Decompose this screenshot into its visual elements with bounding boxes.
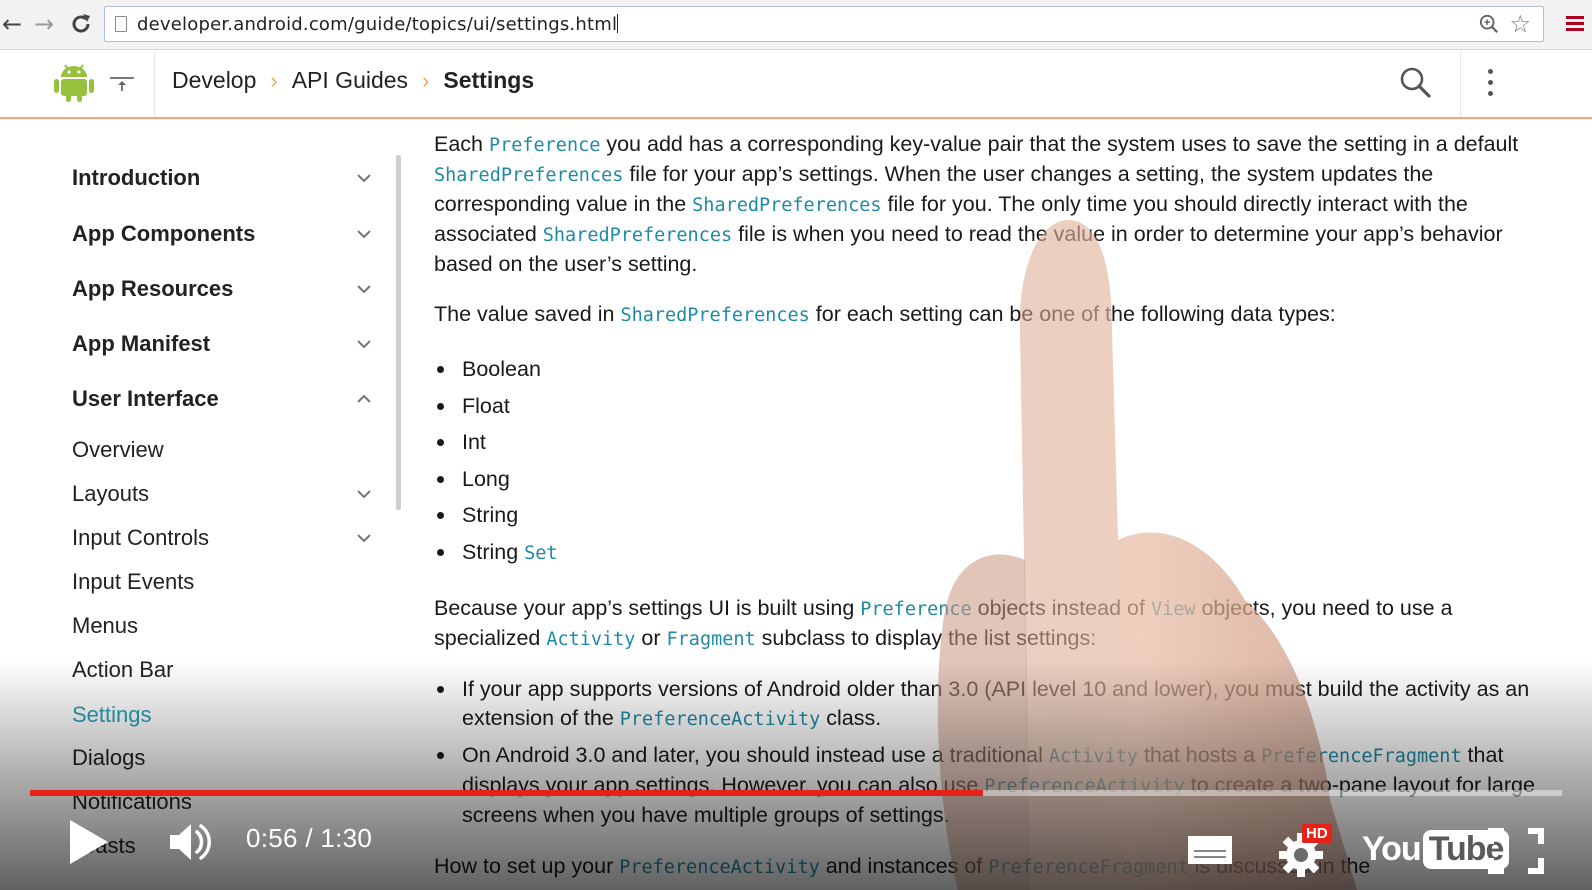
bookmark-star-icon[interactable]: ☆ — [1509, 10, 1531, 39]
sidebar-item-layouts[interactable]: Layouts — [72, 476, 382, 512]
sidebar-item-label: Input Controls — [72, 525, 209, 550]
chevron-down-icon[interactable] — [346, 271, 382, 307]
breadcrumb: Develop › API Guides › Settings — [172, 67, 534, 94]
list-item: Long — [434, 461, 1544, 498]
collapse-nav-icon[interactable] — [108, 69, 136, 97]
volume-icon[interactable] — [166, 818, 214, 866]
code-activity[interactable]: Activity — [546, 629, 635, 650]
sidebar-item-app-manifest[interactable]: App Manifest — [72, 326, 382, 362]
sidebar-item-label: Input Events — [72, 569, 195, 594]
reload-icon[interactable] — [68, 11, 94, 37]
page-icon — [115, 16, 127, 32]
code-set[interactable]: Set — [524, 543, 557, 564]
sidebar-item-label: Settings — [72, 702, 152, 727]
sidebar-item-introduction[interactable]: Introduction — [72, 160, 382, 196]
sidebar-item-overview[interactable]: Overview — [72, 432, 382, 468]
code-preferenceactivity[interactable]: PreferenceActivity — [619, 857, 819, 878]
breadcrumb-separator: › — [270, 67, 278, 93]
sidebar-item-label: App Manifest — [72, 331, 211, 356]
chevron-down-icon[interactable] — [346, 160, 382, 196]
back-icon[interactable]: ← — [2, 10, 22, 38]
sidebar-item-dialogs[interactable]: Dialogs — [72, 740, 382, 776]
address-bar[interactable]: developer.android.com/guide/topics/ui/se… — [104, 6, 1544, 42]
breadcrumb-settings[interactable]: Settings — [443, 67, 534, 94]
sidebar-item-label: Introduction — [72, 165, 201, 190]
list-item: Boolean — [434, 351, 1544, 388]
progress-bar[interactable] — [30, 790, 1562, 796]
sidebar-item-label: Dialogs — [72, 745, 146, 770]
sidebar-item-user-interface[interactable]: User Interface — [72, 381, 382, 417]
chevron-up-icon[interactable] — [346, 381, 382, 417]
browser-menu-icon[interactable] — [1566, 16, 1584, 32]
list-item: String Set — [434, 534, 1544, 573]
zoom-icon[interactable] — [1479, 13, 1499, 35]
list-item: On Android 3.0 and later, you should ins… — [434, 741, 1544, 830]
sidebar-item-label: Layouts — [72, 481, 150, 506]
time-display: 0:56 / 1:30 — [246, 823, 373, 853]
breadcrumb-api-guides[interactable]: API Guides — [292, 67, 408, 94]
more-options-icon[interactable] — [1488, 69, 1494, 99]
sidebar-item-settings[interactable]: Settings — [72, 697, 382, 733]
site-header: Develop › API Guides › Settings — [0, 51, 1592, 119]
chevron-down-icon[interactable] — [346, 476, 382, 512]
sidebar-item-menus[interactable]: Menus — [72, 608, 382, 644]
sidebar-item-label: App Components — [72, 221, 256, 246]
sidebar-item-label: Action Bar — [72, 657, 174, 682]
list-item: Float — [434, 388, 1544, 425]
sidebar-item-label: Menus — [72, 613, 139, 638]
chevron-down-icon[interactable] — [346, 326, 382, 362]
browser-toolbar: ← → developer.android.com/guide/topics/u… — [0, 0, 1592, 50]
breadcrumb-develop[interactable]: Develop — [172, 67, 256, 94]
article-content: Each Preference you add has a correspond… — [434, 130, 1544, 890]
sidebar-item-app-resources[interactable]: App Resources — [72, 271, 382, 307]
breadcrumb-separator: › — [422, 67, 430, 93]
sidebar-item-label: User Interface — [72, 386, 219, 411]
header-divider — [1460, 51, 1461, 117]
paragraph-settings-ui: Because your app’s settings UI is built … — [434, 596, 1453, 650]
code-sharedpreferences[interactable]: SharedPreferences — [620, 305, 809, 326]
code-fragment[interactable]: Fragment — [667, 629, 756, 650]
fullscreen-icon[interactable] — [1488, 828, 1544, 874]
sidebar-item-input-controls[interactable]: Input Controls — [72, 520, 382, 556]
code-preferencefragment[interactable]: PreferenceFragment — [1261, 746, 1461, 767]
code-preferencefragment[interactable]: PreferenceFragment — [988, 857, 1188, 878]
code-activity[interactable]: Activity — [1049, 746, 1138, 767]
code-sharedpreferences[interactable]: SharedPreferences — [434, 165, 623, 186]
url-text[interactable]: developer.android.com/guide/topics/ui/se… — [137, 14, 619, 35]
search-icon[interactable] — [1398, 65, 1432, 99]
sidebar-scrollbar[interactable] — [396, 155, 401, 510]
list-item: String — [434, 497, 1544, 534]
data-types-list: Boolean Float Int Long String String Set — [434, 351, 1544, 572]
play-icon[interactable] — [66, 818, 110, 866]
paragraph-value-types: The value saved in SharedPreferences for… — [434, 302, 1336, 326]
sidebar-item-label: Overview — [72, 437, 164, 462]
sidebar-item-input-events[interactable]: Input Events — [72, 564, 382, 600]
android-logo-icon[interactable] — [52, 59, 96, 103]
code-sharedpreferences[interactable]: SharedPreferences — [692, 195, 881, 216]
header-divider — [154, 51, 155, 117]
code-preference[interactable]: Preference — [860, 599, 971, 620]
sidebar-item-action-bar[interactable]: Action Bar — [72, 652, 382, 688]
captions-icon[interactable] — [1186, 834, 1234, 866]
hd-badge: HD — [1302, 824, 1332, 843]
code-preference[interactable]: Preference — [489, 135, 600, 156]
activity-options-list: If your app supports versions of Android… — [434, 675, 1544, 830]
progress-played — [30, 790, 983, 796]
code-sharedpreferences[interactable]: SharedPreferences — [543, 225, 732, 246]
chevron-down-icon[interactable] — [346, 216, 382, 252]
chevron-down-icon[interactable] — [346, 520, 382, 556]
paragraph-preference-intro: Each Preference you add has a correspond… — [434, 132, 1519, 276]
code-preferenceactivity[interactable]: PreferenceActivity — [620, 709, 820, 730]
list-item: If your app supports versions of Android… — [434, 675, 1544, 734]
sidebar-nav: Introduction App Components App Resources A… — [0, 120, 400, 890]
sidebar-item-label: App Resources — [72, 276, 234, 301]
forward-icon[interactable]: → — [34, 10, 54, 38]
list-item: Int — [434, 424, 1544, 461]
sidebar-item-app-components[interactable]: App Components — [72, 216, 382, 252]
code-view[interactable]: View — [1151, 599, 1196, 620]
